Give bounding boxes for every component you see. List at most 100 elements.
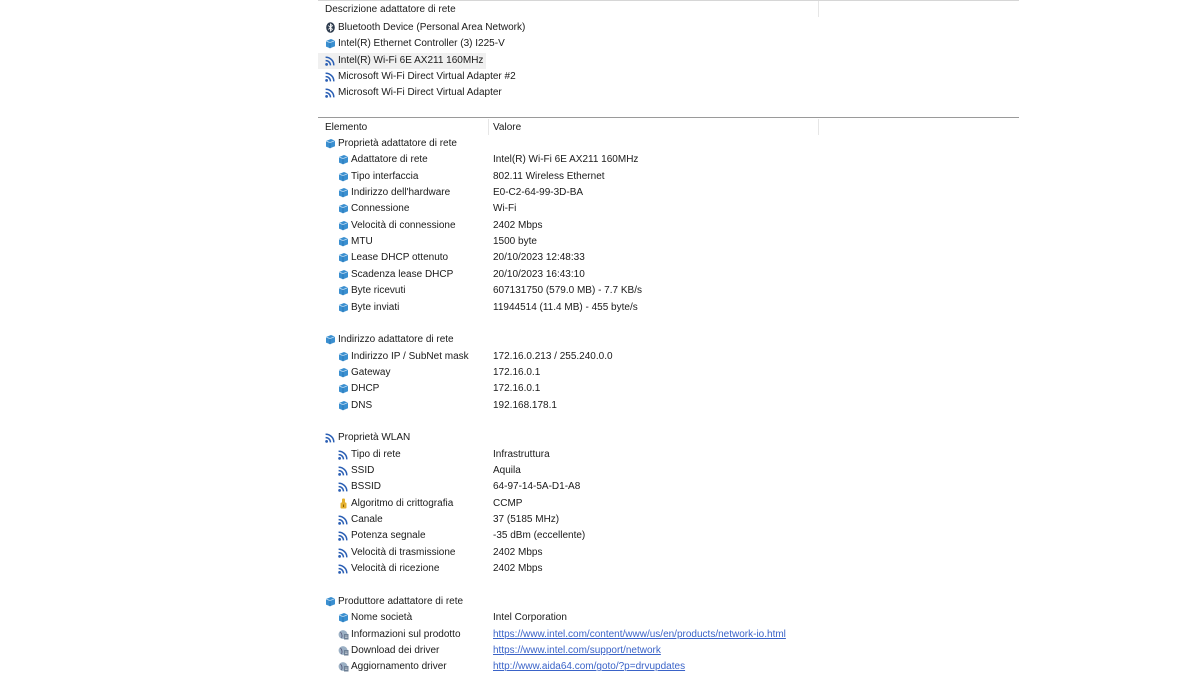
- network-adapter-icon: [338, 367, 349, 378]
- network-adapter-icon: [338, 351, 349, 362]
- property-link[interactable]: http://www.aida64.com/goto/?p=drvupdates: [493, 661, 685, 672]
- property-row[interactable]: Algoritmo di crittografia CCMP: [318, 496, 998, 512]
- ethernet-adapter-icon: [325, 38, 336, 49]
- property-label: Indirizzo IP / SubNet mask: [351, 350, 469, 362]
- property-row[interactable]: Velocità di connessione 2402 Mbps: [318, 218, 998, 234]
- property-row[interactable]: Canale 37 (5185 MHz): [318, 512, 998, 528]
- property-link[interactable]: https://www.intel.com/content/www/us/en/…: [493, 629, 786, 640]
- property-row[interactable]: DNS 192.168.178.1: [318, 398, 998, 414]
- property-row[interactable]: Velocità di ricezione 2402 Mbps: [318, 561, 998, 577]
- column-header-description[interactable]: Descrizione adattatore di rete: [325, 4, 456, 15]
- column-resize-handle[interactable]: [488, 119, 489, 135]
- adapter-label: Bluetooth Device (Personal Area Network): [338, 22, 526, 33]
- property-value: 802.11 Wireless Ethernet: [493, 170, 605, 182]
- property-row[interactable]: Download dei driver https://www.intel.com…: [318, 643, 998, 659]
- property-row[interactable]: Nome società Intel Corporation: [318, 610, 998, 626]
- property-value: 20/10/2023 12:48:33: [493, 252, 585, 264]
- property-label: Nome società: [351, 612, 413, 624]
- group-header[interactable]: Proprietà WLAN: [318, 430, 998, 446]
- property-value: 37 (5185 MHz): [493, 514, 560, 526]
- property-row[interactable]: SSID Aquila: [318, 463, 998, 479]
- property-value: 172.16.0.1: [493, 366, 541, 378]
- property-value: 2402 Mbps: [493, 219, 543, 231]
- property-row[interactable]: Informazioni sul prodotto https://www.int…: [318, 627, 998, 643]
- network-adapter-icon: [338, 203, 349, 214]
- property-label: Indirizzo dell'hardware: [351, 187, 451, 199]
- property-row[interactable]: Connessione Wi-Fi: [318, 201, 998, 217]
- property-row[interactable]: Byte inviati 11944514 (11.4 MB) - 455 byt…: [318, 300, 998, 316]
- group-header[interactable]: Produttore adattatore di rete: [318, 594, 998, 610]
- property-label: Tipo interfaccia: [351, 170, 419, 182]
- property-row[interactable]: Indirizzo dell'hardware E0-C2-64-99-3D-BA: [318, 185, 998, 201]
- adapter-list-item[interactable]: Bluetooth Device (Personal Area Network): [318, 20, 525, 36]
- details-panel: Elemento Valore Proprietà adattatore di …: [318, 117, 1019, 675]
- adapter-list-item[interactable]: Intel(R) Wi-Fi 6E AX211 160MHz: [318, 52, 486, 69]
- property-row[interactable]: Aggiornamento driver http://www.aida64.co…: [318, 659, 998, 675]
- property-row[interactable]: Indirizzo IP / SubNet mask 172.16.0.213 /…: [318, 349, 998, 365]
- network-adapter-icon: [325, 334, 336, 345]
- property-row[interactable]: Potenza segnale -35 dBm (eccellente): [318, 528, 998, 544]
- wifi-icon: [338, 465, 349, 476]
- property-label: Adattatore di rete: [351, 154, 428, 166]
- property-value: Wi-Fi: [493, 203, 517, 215]
- adapter-label: Microsoft Wi-Fi Direct Virtual Adapter: [338, 87, 502, 99]
- property-label: Connessione: [351, 203, 410, 215]
- property-value: Intel Corporation: [493, 612, 567, 624]
- property-label: MTU: [351, 236, 373, 248]
- property-value: 11944514 (11.4 MB) - 455 byte/s: [493, 301, 638, 313]
- property-row[interactable]: Velocità di trasmissione 2402 Mbps: [318, 545, 998, 561]
- property-row[interactable]: Byte ricevuti 607131750 (579.0 MB) - 7.7 …: [318, 283, 998, 299]
- column-header-element[interactable]: Elemento: [325, 122, 367, 133]
- network-adapter-icon: [338, 171, 349, 182]
- property-label: Lease DHCP ottenuto: [351, 252, 449, 264]
- network-adapter-icon: [338, 154, 349, 165]
- property-label: DHCP: [351, 383, 380, 395]
- property-label: Tipo di rete: [351, 448, 401, 460]
- property-value: 2402 Mbps: [493, 563, 543, 575]
- wifi-icon: [325, 87, 336, 98]
- property-label: Velocità di ricezione: [351, 563, 440, 575]
- property-label: Byte ricevuti: [351, 285, 406, 297]
- bluetooth-icon: [325, 22, 336, 33]
- info-link-icon: [338, 629, 349, 640]
- property-link[interactable]: https://www.intel.com/support/network: [493, 645, 661, 656]
- property-label: Canale: [351, 514, 383, 526]
- group-title: Indirizzo adattatore di rete: [338, 334, 454, 346]
- network-adapter-icon: [338, 400, 349, 411]
- adapter-list-item[interactable]: Intel(R) Ethernet Controller (3) I225-V: [318, 36, 505, 52]
- group-header[interactable]: Indirizzo adattatore di rete: [318, 332, 998, 348]
- group-title: Proprietà adattatore di rete: [338, 138, 457, 149]
- adapter-list-panel: Descrizione adattatore di rete Bluetooth…: [318, 0, 1019, 118]
- property-label: Byte inviati: [351, 301, 400, 313]
- adapter-label: Microsoft Wi-Fi Direct Virtual Adapter #…: [338, 70, 516, 82]
- property-label: Algoritmo di crittografia: [351, 497, 454, 509]
- group-title: Produttore adattatore di rete: [338, 595, 464, 607]
- property-row[interactable]: Tipo interfaccia 802.11 Wireless Ethernet: [318, 169, 998, 185]
- property-label: Download dei driver: [351, 644, 440, 656]
- adapter-list-item[interactable]: Microsoft Wi-Fi Direct Virtual Adapter: [318, 85, 502, 101]
- network-adapter-icon: [338, 220, 349, 231]
- adapter-list-header[interactable]: Descrizione adattatore di rete: [318, 1, 1019, 17]
- property-value: 1500 byte: [493, 236, 537, 248]
- wifi-icon: [338, 449, 349, 460]
- property-row[interactable]: DHCP 172.16.0.1: [318, 381, 998, 397]
- property-value: Infrastruttura: [493, 448, 550, 460]
- property-row[interactable]: Scadenza lease DHCP 20/10/2023 16:43:10: [318, 267, 998, 283]
- property-row[interactable]: Gateway 172.16.0.1: [318, 365, 998, 381]
- property-row[interactable]: BSSID 64-97-14-5A-D1-A8: [318, 479, 998, 495]
- property-row[interactable]: Lease DHCP ottenuto 20/10/2023 12:48:33: [318, 250, 998, 266]
- column-header-value[interactable]: Valore: [493, 122, 521, 133]
- wifi-icon: [338, 563, 349, 574]
- adapter-list-item[interactable]: Microsoft Wi-Fi Direct Virtual Adapter #…: [318, 69, 516, 85]
- property-label: Velocità di trasmissione: [351, 546, 456, 558]
- property-row[interactable]: MTU 1500 byte: [318, 234, 998, 250]
- network-adapter-icon: [338, 187, 349, 198]
- network-adapter-icon: [338, 612, 349, 623]
- property-value: 192.168.178.1: [493, 399, 557, 411]
- property-value: Aquila: [493, 465, 521, 476]
- group-header[interactable]: Proprietà adattatore di rete: [318, 136, 998, 152]
- adapter-label: Intel(R) Ethernet Controller (3) I225-V: [338, 38, 505, 50]
- property-row[interactable]: Tipo di rete Infrastruttura: [318, 447, 998, 463]
- property-row[interactable]: Adattatore di rete Intel(R) Wi-Fi 6E AX21…: [318, 152, 998, 168]
- property-value: -35 dBm (eccellente): [493, 530, 586, 542]
